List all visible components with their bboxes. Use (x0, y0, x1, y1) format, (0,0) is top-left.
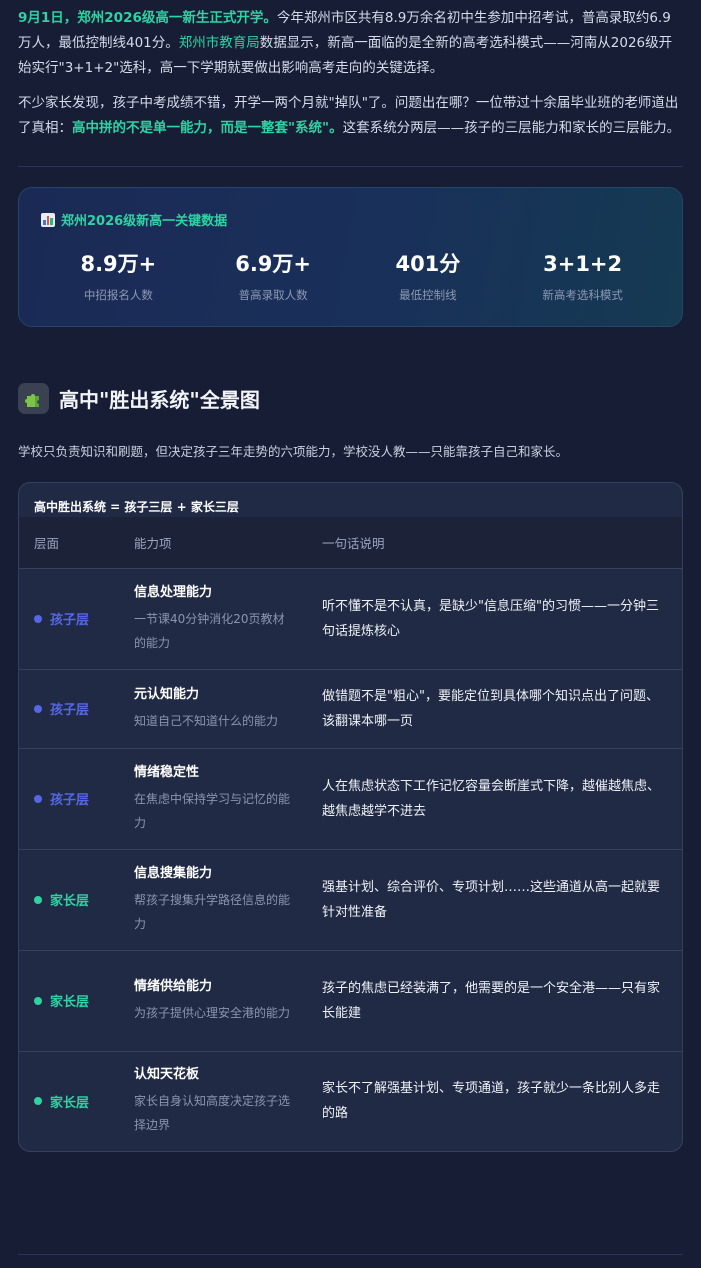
key-highlight: 高中拼的不是单一能力，而是一整套"系统"。 (72, 120, 343, 136)
stat-value: 3+1+2 (543, 252, 623, 276)
layer-dot (34, 895, 42, 904)
stat-item: 401分 最低控制线 (351, 251, 506, 303)
bottom-divider (18, 1254, 683, 1255)
ability-explanation: 孩子的焦虑已经装满了，他需要的是一个安全港——只有家长能建 (322, 980, 661, 1021)
layer-tag: 家长层 (34, 1092, 118, 1111)
layer-label: 家长层 (50, 995, 90, 1010)
layer-tag: 家长层 (34, 890, 118, 909)
intro-text: 这套系统分两层——孩子的三层能力和家长的三层能力。 (342, 120, 681, 136)
ability-explanation: 人在焦虑状态下工作记忆容量会断崖式下降，越催越焦虑、越焦虑越学不进去 (322, 778, 661, 819)
column-header-explain: 一句话说明 (307, 517, 682, 569)
stat-value: 8.9万+ (80, 252, 157, 276)
puzzle-icon (18, 383, 49, 414)
section-header: 高中"胜出系统"全景图 (18, 383, 683, 414)
ability-explanation: 强基计划、综合评价、专项计划……这些通道从高一起就要针对性准备 (322, 879, 661, 920)
article-page: 9月1日，郑州2026级高一新生正式开学。今年郑州市区共有8.9万余名初中生参加… (0, 0, 701, 1268)
ability-explanation: 做错题不是"粗心"，要能定位到具体哪个知识点出了问题、该翻课本哪一页 (322, 688, 659, 729)
intro-paragraph-2: 不少家长发现，孩子中考成绩不错，开学一两个月就"掉队"了。问题出在哪？一位带过十… (18, 91, 683, 141)
layer-dot (34, 614, 42, 623)
table-caption: 高中胜出系统 = 孩子三层 + 家长三层 (34, 500, 239, 514)
layer-dot (34, 704, 42, 713)
stat-label: 最低控制线 (399, 288, 457, 302)
ability-subtitle: 帮孩子搜集升学路径信息的能力 (134, 892, 291, 931)
section-divider (18, 166, 683, 167)
ability-subtitle: 在焦虑中保持学习与记忆的能力 (134, 791, 291, 830)
layer-dot (34, 996, 42, 1005)
layer-tag: 孩子层 (34, 699, 118, 718)
layer-dot (34, 1097, 42, 1106)
section-title: 高中"胜出系统"全景图 (59, 388, 260, 412)
ability-name: 情绪供给能力 (134, 978, 213, 994)
bureau-link[interactable]: 郑州市教育局 (179, 35, 260, 51)
table-row: 孩子层 情绪稳定性在焦虑中保持学习与记忆的能力 人在焦虑状态下工作记忆容量会断崖… (19, 748, 682, 850)
ability-table: 层面 能力项 一句话说明 孩子层 信息处理能力一节课40分钟消化20页教材的能力… (19, 517, 682, 1151)
ability-explanation: 听不懂不是不认真，是缺少"信息压缩"的习惯——一分钟三句话提炼核心 (322, 598, 659, 639)
stat-value: 6.9万+ (235, 252, 312, 276)
stat-label: 普高录取人数 (238, 288, 308, 302)
stat-item: 6.9万+ 普高录取人数 (196, 251, 351, 303)
ability-explanation: 家长不了解强基计划、专项通道，孩子就少一条比别人多走的路 (322, 1081, 661, 1122)
ability-subtitle: 为孩子提供心理安全港的能力 (134, 1005, 291, 1020)
layer-tag: 孩子层 (34, 789, 118, 808)
table-row: 家长层 认知天花板家长自身认知高度决定孩子选择边界 家长不了解强基计划、专项通道… (19, 1051, 682, 1151)
table-row: 家长层 信息搜集能力帮孩子搜集升学路径信息的能力 强基计划、综合评价、专项计划…… (19, 849, 682, 951)
stat-label: 新高考选科模式 (542, 288, 623, 302)
layer-tag: 家长层 (34, 991, 118, 1010)
stats-grid: 8.9万+ 中招报名人数 6.9万+ 普高录取人数 401分 最低控制线 3+1… (41, 251, 660, 303)
stats-title-text: 郑州2026级新高一关键数据 (61, 214, 228, 229)
ability-table-card: 高中胜出系统 = 孩子三层 + 家长三层 层面 能力项 一句话说明 孩子层 信息… (18, 482, 683, 1152)
ability-name: 信息处理能力 (134, 584, 213, 600)
column-header-layer: 层面 (19, 517, 119, 569)
ability-subtitle: 一节课40分钟消化20页教材的能力 (134, 611, 285, 650)
layer-label: 孩子层 (50, 793, 90, 808)
intro-paragraph-1: 9月1日，郑州2026级高一新生正式开学。今年郑州市区共有8.9万余名初中生参加… (18, 0, 683, 81)
ability-name: 元认知能力 (134, 686, 200, 702)
layer-dot (34, 794, 42, 803)
table-row: 孩子层 元认知能力知道自己不知道什么的能力 做错题不是"粗心"，要能定位到具体哪… (19, 669, 682, 749)
ability-name: 认知天花板 (134, 1067, 200, 1083)
key-stats-card: 郑州2026级新高一关键数据 8.9万+ 中招报名人数 6.9万+ 普高录取人数… (18, 187, 683, 327)
layer-label: 孩子层 (50, 703, 90, 718)
stat-item: 8.9万+ 中招报名人数 (41, 251, 196, 303)
ability-name: 信息搜集能力 (134, 865, 213, 881)
layer-label: 家长层 (50, 1095, 90, 1111)
stats-title: 郑州2026级新高一关键数据 (41, 210, 660, 229)
stat-value: 401分 (395, 252, 461, 276)
layer-label: 孩子层 (50, 613, 90, 628)
intro-lead: 9月1日，郑州2026级高一新生正式开学。 (18, 10, 277, 26)
ability-name: 情绪稳定性 (134, 764, 200, 780)
layer-label: 家长层 (50, 894, 90, 909)
stat-label: 中招报名人数 (83, 288, 153, 302)
ability-subtitle: 知道自己不知道什么的能力 (134, 713, 279, 728)
column-header-ability: 能力项 (119, 517, 307, 569)
section-description: 学校只负责知识和刷题，但决定孩子三年走势的六项能力，学校没人教——只能靠孩子自己… (18, 444, 569, 459)
table-row: 孩子层 信息处理能力一节课40分钟消化20页教材的能力 听不懂不是不认真，是缺少… (19, 568, 682, 670)
table-row: 家长层 情绪供给能力为孩子提供心理安全港的能力 孩子的焦虑已经装满了，他需要的是… (19, 950, 682, 1052)
stat-item: 3+1+2 新高考选科模式 (505, 251, 660, 303)
table-header-row: 层面 能力项 一句话说明 (19, 517, 682, 569)
bar-chart-icon (41, 212, 55, 227)
ability-subtitle: 家长自身认知高度决定孩子选择边界 (134, 1094, 291, 1133)
layer-tag: 孩子层 (34, 609, 118, 628)
